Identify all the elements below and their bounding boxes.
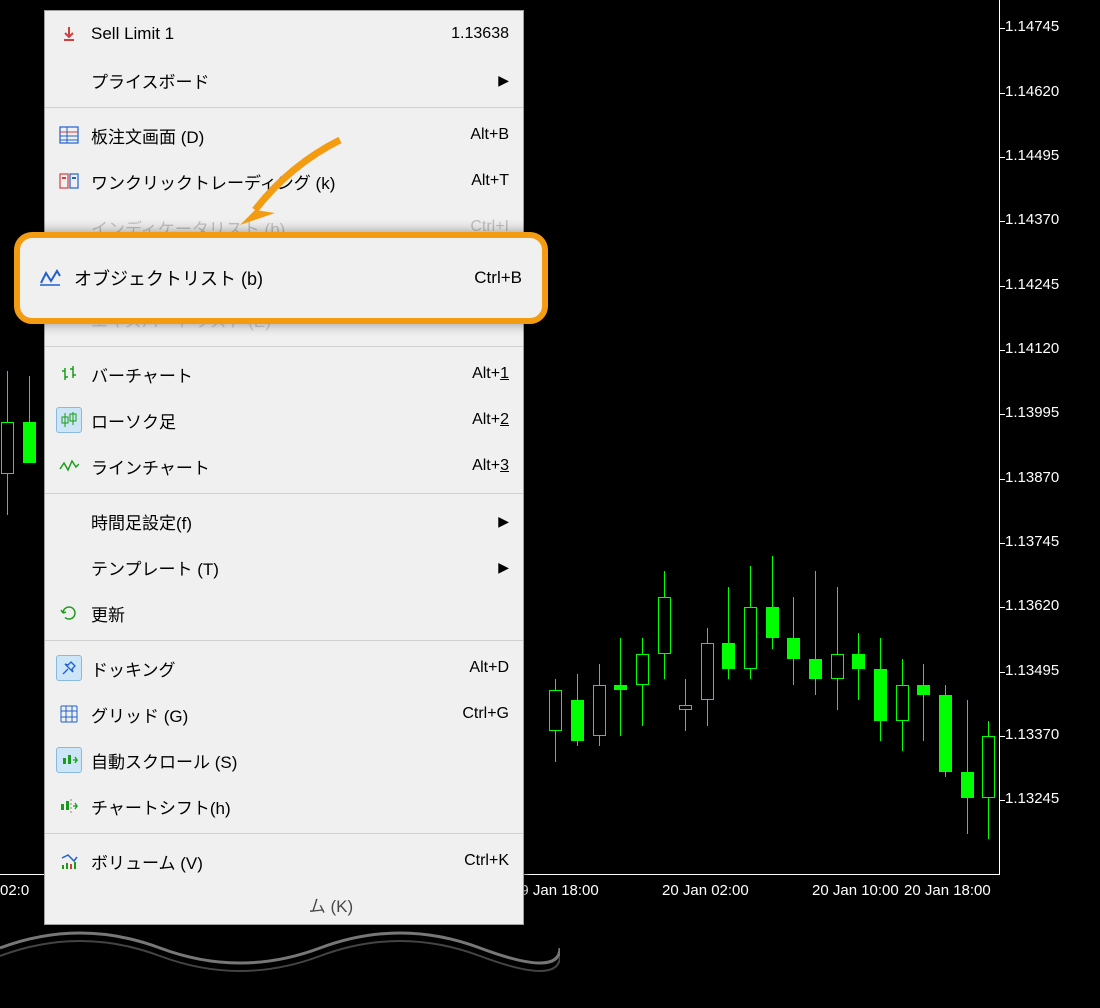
y-tick-label: 1.13495: [1005, 662, 1095, 679]
y-tick-label: 1.13370: [1005, 726, 1095, 743]
y-tick-label: 1.14745: [1005, 18, 1095, 35]
price-axis: 1.14745 1.14620 1.14495 1.14370 1.14245 1.141…: [1000, 0, 1100, 875]
volume-label: ボリューム (V): [85, 849, 464, 874]
menu-separator: [45, 107, 523, 108]
volume-shortcut: Ctrl+K: [464, 852, 509, 870]
refresh-label: 更新: [85, 601, 509, 626]
submenu-arrow-icon: ▶: [498, 559, 509, 576]
menu-template[interactable]: テンプレート (T) ▶: [45, 544, 523, 590]
line-chart-shortcut: Alt+3: [472, 457, 509, 475]
y-tick-label: 1.13745: [1005, 533, 1095, 550]
sell-limit-value: 1.13638: [451, 25, 509, 43]
y-tick-label: 1.14620: [1005, 83, 1095, 100]
grid-shortcut: Ctrl+G: [462, 705, 509, 723]
candlestick-shortcut: Alt+2: [472, 411, 509, 429]
menu-separator: [45, 640, 523, 641]
y-tick-label: 1.13870: [1005, 469, 1095, 486]
one-click-label: ワンクリックトレーディング (k): [85, 169, 471, 194]
y-tick-label: 1.13245: [1005, 790, 1095, 807]
menu-separator: [45, 346, 523, 347]
pin-icon: [56, 655, 82, 681]
autoscroll-label: 自動スクロール (S): [85, 748, 509, 773]
candlestick-label: ローソク足: [85, 408, 472, 433]
line-chart-label: ラインチャート: [85, 454, 472, 479]
menu-refresh[interactable]: 更新: [45, 590, 523, 636]
x-tick-label: 02:0: [0, 882, 29, 899]
menu-docking[interactable]: ドッキング Alt+D: [45, 645, 523, 691]
depth-of-market-icon: [53, 126, 85, 144]
chart-context-menu: Sell Limit 1 1.13638 プライスボード ▶ 板注文画面 (D)…: [44, 10, 524, 925]
y-tick-label: 1.14370: [1005, 211, 1095, 228]
menu-grid[interactable]: グリッド (G) Ctrl+G: [45, 691, 523, 737]
menu-separator: [45, 833, 523, 834]
sell-limit-label: Sell Limit 1: [85, 24, 451, 44]
price-board-label: プライスボード: [85, 68, 498, 93]
x-tick-label: 20 Jan 10:00: [812, 882, 899, 899]
docking-label: ドッキング: [85, 656, 469, 681]
bar-chart-icon: [53, 365, 85, 383]
menu-volume[interactable]: ボリューム (V) Ctrl+K: [45, 838, 523, 884]
line-chart-icon: [53, 459, 85, 473]
x-tick-label: 20 Jan 02:00: [662, 882, 749, 899]
timeframe-label: 時間足設定(f): [85, 509, 498, 534]
menu-bar-chart[interactable]: バーチャート Alt+1: [45, 351, 523, 397]
volume-icon: [53, 852, 85, 870]
bar-chart-label: バーチャート: [85, 362, 472, 387]
y-tick-label: 1.14495: [1005, 147, 1095, 164]
one-click-icon: [53, 172, 85, 190]
chartshift-icon: [53, 798, 85, 814]
y-tick-label: 1.14120: [1005, 340, 1095, 357]
grid-icon: [53, 705, 85, 723]
submenu-arrow-icon: ▶: [498, 513, 509, 530]
menu-depth-of-market[interactable]: 板注文画面 (D) Alt+B: [45, 112, 523, 158]
menu-price-board[interactable]: プライスボード ▶: [45, 57, 523, 103]
highlighted-menu-item: オブジェクトリスト (b) Ctrl+B: [14, 232, 548, 324]
menu-chartshift[interactable]: チャートシフト(h): [45, 783, 523, 829]
sell-arrow-icon: [53, 25, 85, 43]
x-tick-label: 20 Jan 18:00: [904, 882, 991, 899]
menu-timeframe[interactable]: 時間足設定(f) ▶: [45, 498, 523, 544]
object-list-shortcut: Ctrl+B: [474, 268, 522, 288]
one-click-shortcut: Alt+T: [471, 172, 509, 190]
grid-label: グリッド (G): [85, 702, 462, 727]
candlestick-icon: [56, 407, 82, 433]
submenu-arrow-icon: ▶: [498, 72, 509, 89]
menu-candlestick[interactable]: ローソク足 Alt+2: [45, 397, 523, 443]
template-label: テンプレート (T): [85, 555, 498, 580]
menu-autoscroll[interactable]: 自動スクロール (S): [45, 737, 523, 783]
docking-shortcut: Alt+D: [469, 659, 509, 677]
refresh-icon: [53, 604, 85, 622]
depth-of-market-shortcut: Alt+B: [470, 126, 509, 144]
menu-line-chart[interactable]: ラインチャート Alt+3: [45, 443, 523, 489]
menu-sell-limit[interactable]: Sell Limit 1 1.13638: [45, 11, 523, 57]
chartshift-label: チャートシフト(h): [85, 794, 509, 819]
depth-of-market-label: 板注文画面 (D): [85, 123, 470, 148]
autoscroll-icon: [56, 747, 82, 773]
menu-one-click-trading[interactable]: ワンクリックトレーディング (k) Alt+T: [45, 158, 523, 204]
menu-separator: [45, 493, 523, 494]
bar-chart-shortcut: Alt+1: [472, 365, 509, 383]
truncated-label: ム (K): [53, 892, 509, 917]
object-list-label[interactable]: オブジェクトリスト (b): [66, 265, 474, 291]
x-tick-label: 19 Jan 18:00: [512, 882, 599, 899]
y-tick-label: 1.14245: [1005, 276, 1095, 293]
menu-truncated-item[interactable]: ム (K): [45, 884, 523, 924]
y-tick-label: 1.13620: [1005, 597, 1095, 614]
y-tick-label: 1.13995: [1005, 404, 1095, 421]
object-list-icon: [34, 269, 66, 287]
